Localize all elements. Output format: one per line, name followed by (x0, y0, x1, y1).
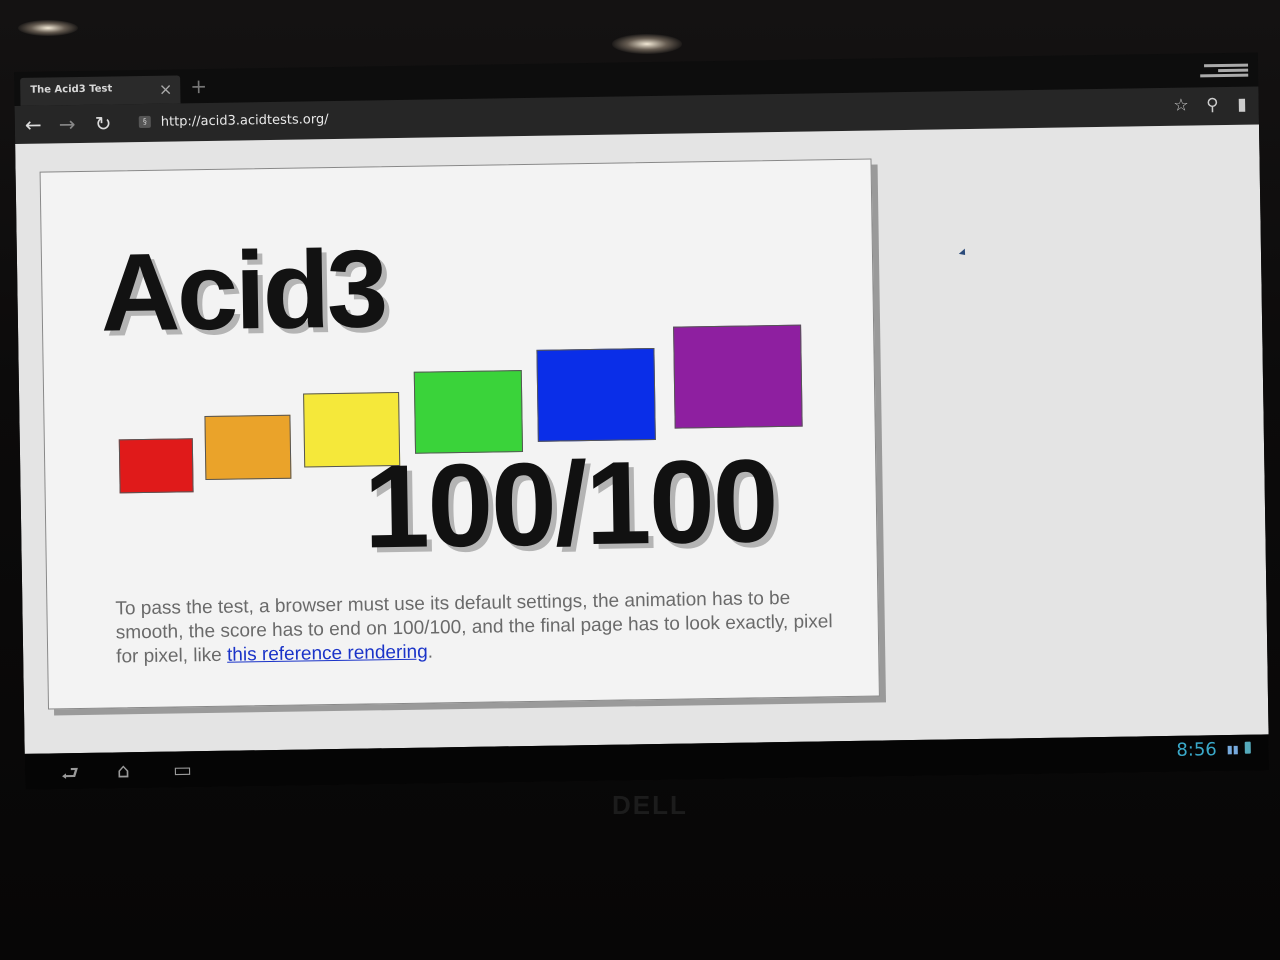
signal-icon: ▮▮ (1226, 742, 1239, 757)
close-icon[interactable]: × (159, 80, 173, 99)
reference-rendering-link[interactable]: this reference rendering (227, 642, 428, 666)
square-blue (536, 347, 656, 442)
tab-acid3[interactable]: The Acid3 Test × (20, 75, 181, 106)
page-title: Acid3 (99, 227, 386, 355)
nav-recents-icon[interactable]: ▭ (173, 757, 192, 781)
back-arrow-icon[interactable]: ← (25, 113, 42, 137)
forward-arrow-icon[interactable]: → (59, 112, 76, 136)
description-end: . (427, 641, 434, 663)
tab-title: The Acid3 Test (30, 83, 113, 96)
description-text: To pass the test, a browser must use its… (115, 587, 833, 668)
reload-icon[interactable]: ↻ (95, 111, 112, 135)
system-info-text (1200, 63, 1249, 78)
bookmarks-icon[interactable]: ▮ (1237, 95, 1247, 115)
page-content: Acid3 100/100 To pass the test, a browse… (15, 124, 1269, 754)
new-tab-button[interactable]: + (190, 74, 207, 98)
square-purple (673, 324, 803, 429)
favicon-icon: § (138, 115, 151, 129)
battery-icon (1244, 741, 1251, 754)
mouse-pointer-icon (958, 248, 969, 258)
screen: The Acid3 Test × + ← → ↻ § http://acid3.… (14, 52, 1270, 790)
description: To pass the test, a browser must use its… (115, 586, 836, 669)
nav-back-icon[interactable]: ⮐ (61, 759, 80, 790)
star-icon[interactable]: ☆ (1173, 96, 1189, 116)
search-icon[interactable]: ⚲ (1206, 95, 1219, 115)
acid3-panel: Acid3 100/100 To pass the test, a browse… (39, 158, 880, 710)
nav-home-icon[interactable]: ⌂ (117, 758, 130, 782)
monitor-brand-logo: DELL (612, 790, 688, 820)
light-reflection (18, 20, 78, 36)
square-red (118, 438, 194, 494)
clock: 8:56 (1176, 739, 1217, 761)
score: 100/100 (362, 435, 778, 574)
url-field[interactable]: http://acid3.acidtests.org/ (161, 112, 329, 130)
square-orange (204, 414, 292, 481)
light-reflection (612, 34, 682, 54)
